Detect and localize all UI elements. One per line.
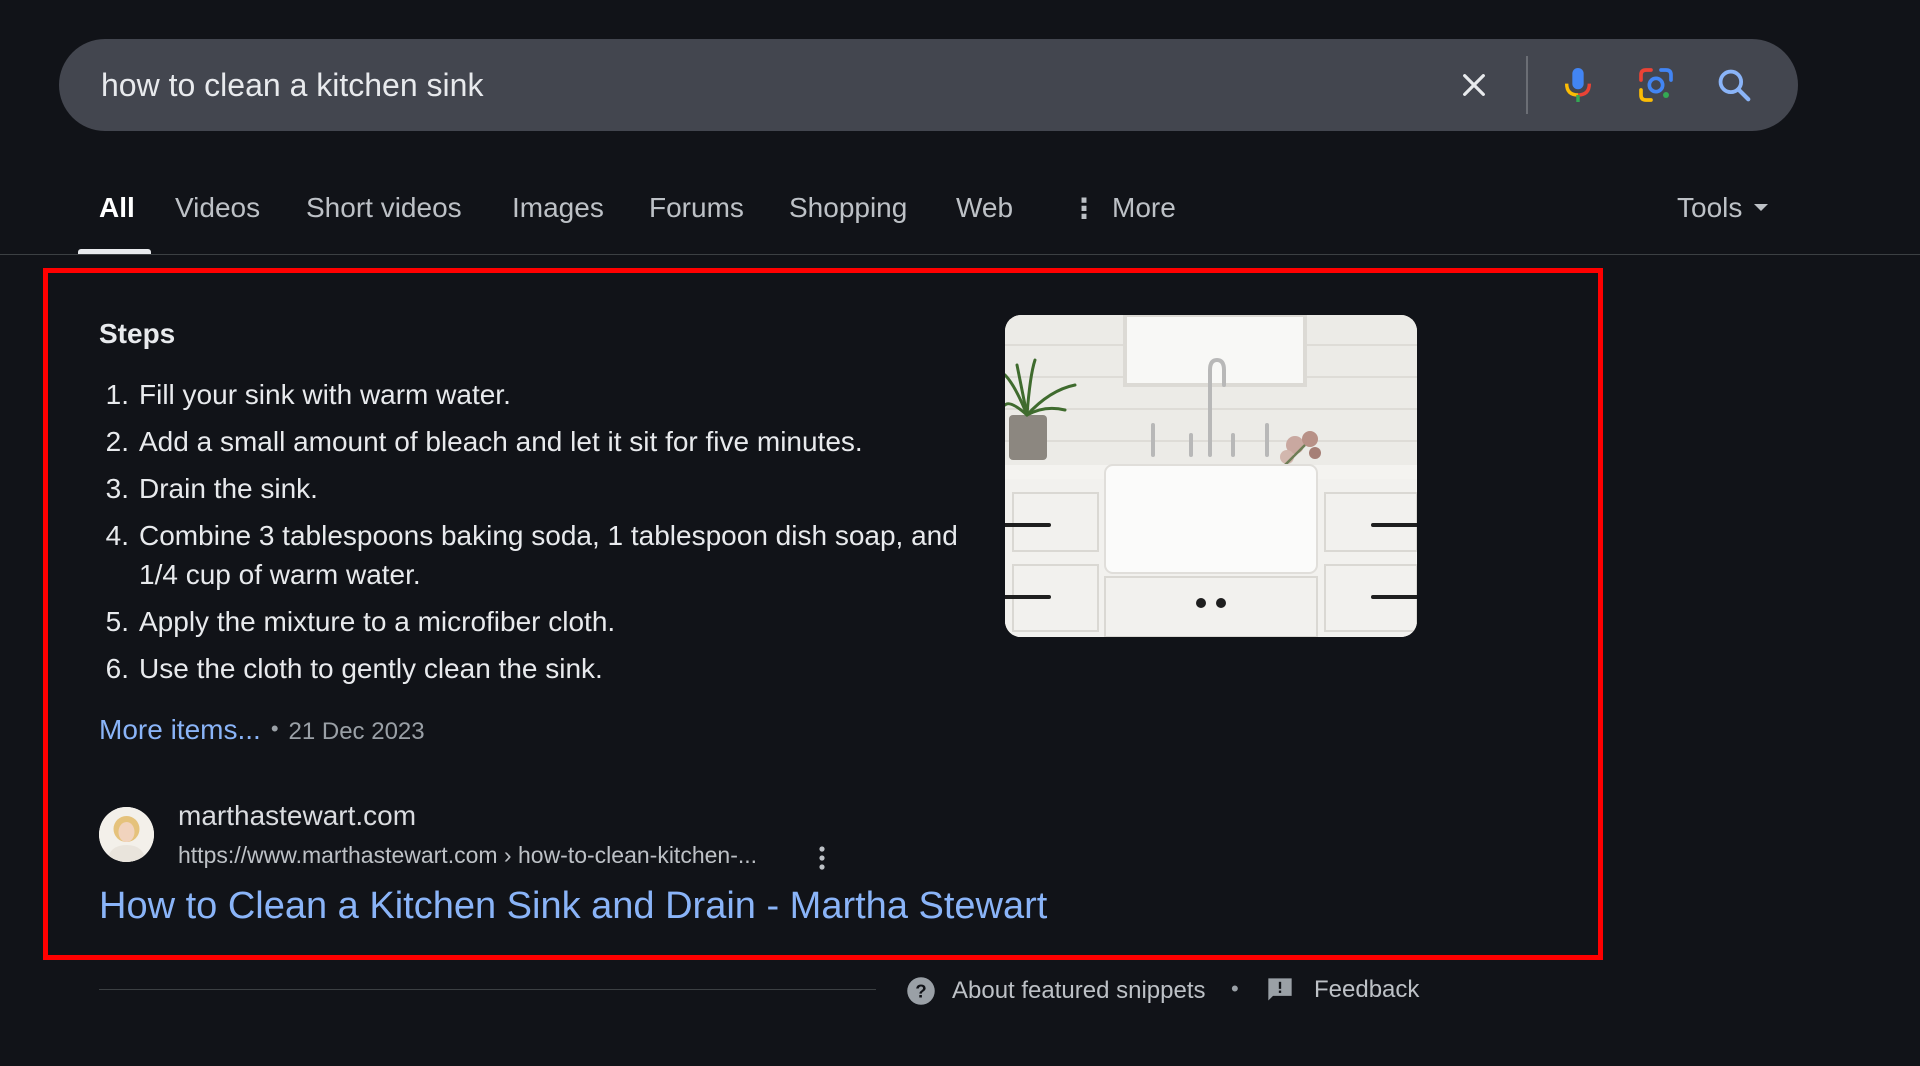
google-lens-icon[interactable]	[1628, 57, 1684, 113]
footer-separator-dot: •	[1231, 976, 1239, 1001]
more-vert-icon: ⋮	[1070, 193, 1098, 224]
footer-divider	[99, 989, 876, 990]
tab-images[interactable]: Images	[512, 192, 604, 224]
search-input[interactable]	[101, 66, 1446, 104]
step-text: Combine 3 tablespoons baking soda, 1 tab…	[139, 520, 958, 590]
more-options-icon[interactable]	[808, 842, 836, 874]
more-items-link[interactable]: More items...	[99, 714, 261, 745]
step-number: 5.	[105, 606, 129, 637]
search-tabs: All Videos Short videos Images Forums Sh…	[0, 178, 1920, 255]
separator-dot: •	[270, 716, 279, 741]
microphone-icon[interactable]	[1550, 57, 1606, 113]
step-number: 2.	[105, 426, 129, 457]
snippet-date: 21 Dec 2023	[288, 718, 425, 745]
tab-short-videos[interactable]: Short videos	[306, 192, 462, 224]
step-text: Use the cloth to gently clean the sink.	[139, 653, 603, 684]
svg-text:?: ?	[915, 980, 926, 1001]
step-item: 3. Drain the sink.	[99, 469, 959, 508]
search-bar	[59, 39, 1798, 131]
step-item: 4. Combine 3 tablespoons baking soda, 1 …	[99, 516, 959, 594]
tab-more[interactable]: ⋮ More	[1070, 192, 1176, 225]
step-item: 1. Fill your sink with warm water.	[99, 375, 959, 414]
search-icon[interactable]	[1706, 57, 1762, 113]
step-item: 2. Add a small amount of bleach and let …	[99, 422, 959, 461]
feedback-icon	[1268, 978, 1292, 1001]
step-number: 1.	[105, 379, 129, 410]
caret-down-icon	[1754, 204, 1769, 212]
tab-more-label: More	[1112, 192, 1176, 223]
step-number: 6.	[105, 653, 129, 684]
result-title-link[interactable]: How to Clean a Kitchen Sink and Drain - …	[99, 885, 1047, 928]
search-divider	[1526, 56, 1528, 114]
tab-forums[interactable]: Forums	[649, 192, 744, 224]
source-site-name[interactable]: marthastewart.com	[178, 800, 416, 832]
tab-web[interactable]: Web	[956, 192, 1013, 224]
step-number: 4.	[105, 520, 129, 551]
tab-videos[interactable]: Videos	[175, 192, 260, 224]
about-featured-snippets-label: About featured snippets	[952, 977, 1206, 1004]
tools-button[interactable]: Tools	[1677, 192, 1769, 224]
step-number: 3.	[105, 473, 129, 504]
tools-label: Tools	[1677, 192, 1743, 223]
step-text: Apply the mixture to a microfiber cloth.	[139, 606, 616, 637]
step-item: 5. Apply the mixture to a microfiber clo…	[99, 602, 959, 641]
steps-heading: Steps	[99, 318, 176, 349]
clear-icon[interactable]	[1446, 57, 1502, 113]
active-tab-indicator	[78, 249, 151, 254]
about-featured-snippets-link[interactable]: ? About featured snippets	[906, 976, 1206, 1006]
tab-shopping[interactable]: Shopping	[789, 192, 907, 224]
step-text: Drain the sink.	[139, 473, 318, 504]
feedback-label: Feedback	[1314, 976, 1420, 1003]
feedback-link[interactable]: Feedback	[1266, 976, 1419, 1004]
steps-list: 1. Fill your sink with warm water. 2. Ad…	[99, 375, 959, 696]
kitchen-sink-image[interactable]	[1005, 315, 1417, 637]
more-items-line: More items... • 21 Dec 2023	[99, 714, 425, 746]
step-text: Add a small amount of bleach and let it …	[139, 426, 863, 457]
tab-all[interactable]: All	[99, 192, 135, 224]
site-favicon[interactable]	[99, 807, 154, 862]
step-item: 6. Use the cloth to gently clean the sin…	[99, 649, 959, 688]
step-text: Fill your sink with warm water.	[139, 379, 511, 410]
source-url[interactable]: https://www.marthastewart.com › how-to-c…	[178, 842, 757, 869]
help-icon: ?	[907, 977, 935, 1005]
